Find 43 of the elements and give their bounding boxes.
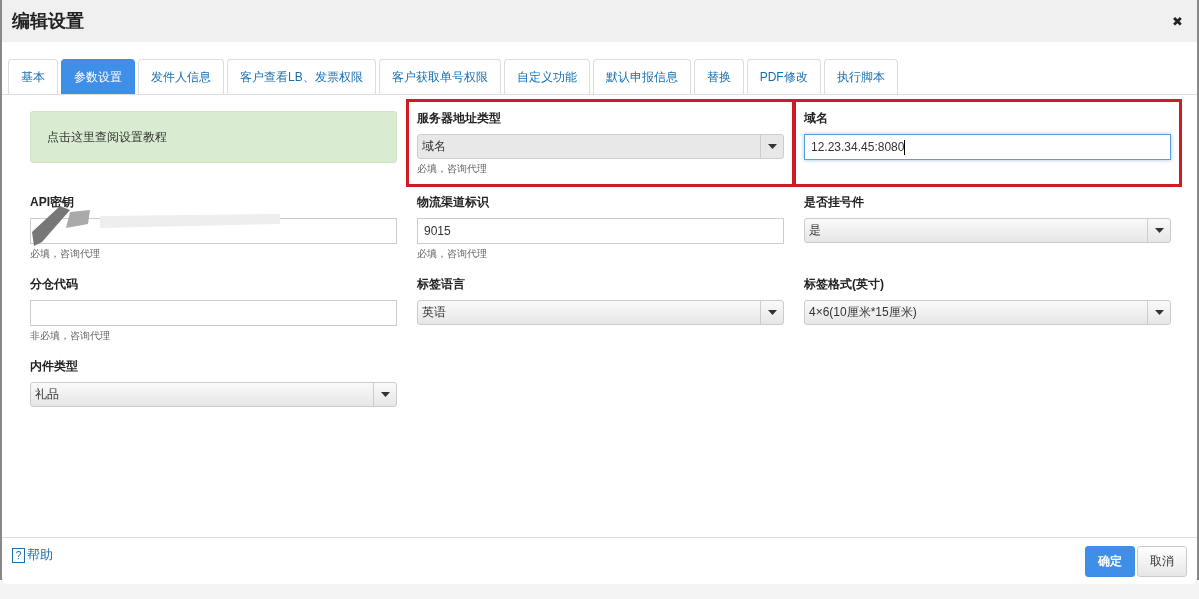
field-label: 标签语言 (417, 276, 466, 293)
caret-icon (1154, 228, 1164, 233)
field-hint: 必填，咨询代理 (30, 247, 101, 261)
caret-icon (767, 310, 777, 315)
field-hint: 必填，咨询代理 (417, 247, 488, 261)
dropdown[interactable]: 是 (804, 218, 1171, 243)
input-field[interactable]: 9015 (417, 218, 784, 244)
tab[interactable]: 默认申报信息 (592, 59, 691, 94)
tab[interactable]: 参数设置 (61, 59, 135, 94)
dropdown[interactable]: 英语 (417, 300, 784, 325)
help-icon: ? (12, 547, 25, 563)
tab[interactable]: 客户获取单号权限 (378, 59, 501, 94)
field-label: 物流渠道标识 (417, 194, 490, 211)
tab[interactable]: 替换 (693, 59, 744, 94)
confirm-button[interactable]: 确定 (1085, 545, 1135, 577)
help-link[interactable]: ? 帮助 (12, 546, 53, 564)
field-label: 是否挂号件 (804, 194, 865, 211)
cancel-button[interactable]: 取消 (1137, 545, 1187, 577)
field-label: 服务器地址类型 (417, 110, 502, 127)
input-field[interactable] (30, 218, 397, 244)
caret-icon (767, 144, 777, 149)
field-label: 标签格式(英寸) (804, 276, 885, 293)
field-label: 分仓代码 (30, 276, 79, 293)
dialog-title: 编辑设置 (12, 10, 84, 33)
field-label: 域名 (804, 110, 829, 127)
tab[interactable]: 发件人信息 (138, 59, 224, 94)
field-hint: 非必填，咨询代理 (30, 329, 111, 343)
tab[interactable]: PDF修改 (746, 59, 821, 94)
tab[interactable]: 执行脚本 (823, 59, 898, 94)
input-field[interactable] (30, 300, 397, 326)
tab[interactable]: 基本 (8, 59, 58, 94)
caret-icon (1154, 310, 1164, 315)
field-label: 内件类型 (30, 358, 79, 375)
dropdown[interactable]: 4×6(10厘米*15厘米) (804, 300, 1171, 325)
field-label: API密钥 (30, 194, 75, 211)
tutorial-link[interactable]: 点击这里查阅设置教程 (30, 111, 397, 163)
tab[interactable]: 客户查看LB、发票权限 (227, 59, 376, 94)
caret-icon (380, 392, 390, 397)
tab[interactable]: 自定义功能 (503, 59, 590, 94)
input-field[interactable]: 12.23.34.45:8080 (804, 134, 1171, 160)
close-button[interactable]: ✖ (1170, 11, 1185, 31)
dropdown[interactable]: 礼品 (30, 382, 397, 407)
field-hint: 必填，咨询代理 (417, 162, 488, 176)
